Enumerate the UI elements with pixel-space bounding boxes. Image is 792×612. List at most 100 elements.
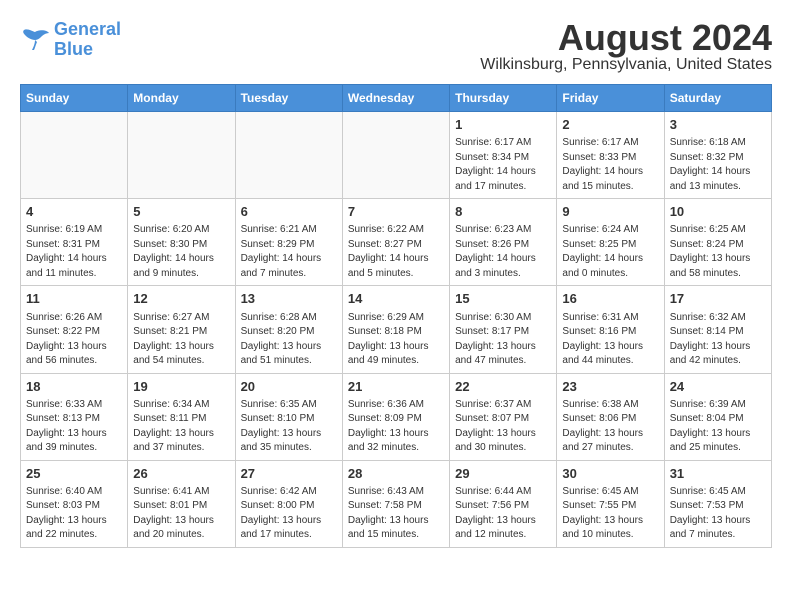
day-number: 22 (455, 378, 551, 396)
day-number: 19 (133, 378, 229, 396)
day-number: 25 (26, 465, 122, 483)
day-info: Sunrise: 6:44 AM Sunset: 7:56 PM Dayligh… (455, 485, 551, 543)
day-info: Sunrise: 6:27 AM Sunset: 8:21 PM Dayligh… (133, 311, 229, 369)
day-info: Sunrise: 6:26 AM Sunset: 8:22 PM Dayligh… (26, 311, 122, 369)
calendar-week-row: 18 Sunrise: 6:33 AM Sunset: 8:13 PM Dayli… (21, 373, 772, 460)
calendar-cell (128, 112, 235, 199)
logo: General Blue (20, 20, 121, 60)
day-number: 21 (348, 378, 444, 396)
page-title: August 2024 (480, 20, 772, 56)
day-number: 20 (241, 378, 337, 396)
day-info: Sunrise: 6:24 AM Sunset: 8:25 PM Dayligh… (562, 223, 658, 281)
calendar-cell: 4 Sunrise: 6:19 AM Sunset: 8:31 PM Daylig… (21, 199, 128, 286)
day-of-week-header: Monday (128, 85, 235, 112)
day-info: Sunrise: 6:18 AM Sunset: 8:32 PM Dayligh… (670, 136, 766, 194)
day-number: 14 (348, 290, 444, 308)
day-info: Sunrise: 6:34 AM Sunset: 8:11 PM Dayligh… (133, 398, 229, 456)
calendar-cell (235, 112, 342, 199)
day-info: Sunrise: 6:36 AM Sunset: 8:09 PM Dayligh… (348, 398, 444, 456)
day-info: Sunrise: 6:45 AM Sunset: 7:53 PM Dayligh… (670, 485, 766, 543)
calendar-header: SundayMondayTuesdayWednesdayThursdayFrid… (21, 85, 772, 112)
calendar-cell: 13Sunrise: 6:28 AM Sunset: 8:20 PM Dayli… (235, 286, 342, 373)
day-info: Sunrise: 6:45 AM Sunset: 7:55 PM Dayligh… (562, 485, 658, 543)
day-info: Sunrise: 6:28 AM Sunset: 8:20 PM Dayligh… (241, 311, 337, 369)
logo-text: General Blue (54, 20, 121, 60)
day-number: 7 (348, 203, 444, 221)
day-number: 30 (562, 465, 658, 483)
title-block: August 2024 Wilkinsburg, Pennsylvania, U… (480, 20, 772, 74)
calendar-cell: 2 Sunrise: 6:17 AM Sunset: 8:33 PM Daylig… (557, 112, 664, 199)
day-number: 12 (133, 290, 229, 308)
page-header: General Blue August 2024 Wilkinsburg, Pe… (20, 20, 772, 74)
calendar-week-row: 1Sunrise: 6:17 AM Sunset: 8:34 PM Daylig… (21, 112, 772, 199)
day-info: Sunrise: 6:23 AM Sunset: 8:26 PM Dayligh… (455, 223, 551, 281)
day-of-week-header: Wednesday (342, 85, 449, 112)
day-info: Sunrise: 6:35 AM Sunset: 8:10 PM Dayligh… (241, 398, 337, 456)
day-number: 28 (348, 465, 444, 483)
day-number: 17 (670, 290, 766, 308)
calendar-cell (21, 112, 128, 199)
calendar-cell: 14 Sunrise: 6:29 AM Sunset: 8:18 PM Dayli… (342, 286, 449, 373)
day-of-week-header: Sunday (21, 85, 128, 112)
day-info: Sunrise: 6:17 AM Sunset: 8:34 PM Dayligh… (455, 136, 551, 194)
calendar-cell: 27Sunrise: 6:42 AM Sunset: 8:00 PM Dayli… (235, 460, 342, 547)
calendar-cell: 28 Sunrise: 6:43 AM Sunset: 7:58 PM Dayli… (342, 460, 449, 547)
day-info: Sunrise: 6:19 AM Sunset: 8:31 PM Dayligh… (26, 223, 122, 281)
day-info: Sunrise: 6:41 AM Sunset: 8:01 PM Dayligh… (133, 485, 229, 543)
calendar-cell: 9Sunrise: 6:24 AM Sunset: 8:25 PM Daylig… (557, 199, 664, 286)
day-number: 26 (133, 465, 229, 483)
calendar-cell: 10Sunrise: 6:25 AM Sunset: 8:24 PM Dayli… (664, 199, 771, 286)
calendar-cell: 24Sunrise: 6:39 AM Sunset: 8:04 PM Dayli… (664, 373, 771, 460)
calendar-cell: 12 Sunrise: 6:27 AM Sunset: 8:21 PM Dayli… (128, 286, 235, 373)
calendar-cell: 19 Sunrise: 6:34 AM Sunset: 8:11 PM Dayli… (128, 373, 235, 460)
day-info: Sunrise: 6:33 AM Sunset: 8:13 PM Dayligh… (26, 398, 122, 456)
calendar-cell: 6 Sunrise: 6:21 AM Sunset: 8:29 PM Daylig… (235, 199, 342, 286)
day-info: Sunrise: 6:22 AM Sunset: 8:27 PM Dayligh… (348, 223, 444, 281)
calendar-cell: 8Sunrise: 6:23 AM Sunset: 8:26 PM Daylig… (450, 199, 557, 286)
day-number: 4 (26, 203, 122, 221)
day-number: 10 (670, 203, 766, 221)
day-info: Sunrise: 6:29 AM Sunset: 8:18 PM Dayligh… (348, 311, 444, 369)
calendar-cell: 21 Sunrise: 6:36 AM Sunset: 8:09 PM Dayli… (342, 373, 449, 460)
calendar-cell: 26 Sunrise: 6:41 AM Sunset: 8:01 PM Dayli… (128, 460, 235, 547)
day-info: Sunrise: 6:39 AM Sunset: 8:04 PM Dayligh… (670, 398, 766, 456)
day-info: Sunrise: 6:43 AM Sunset: 7:58 PM Dayligh… (348, 485, 444, 543)
day-number: 31 (670, 465, 766, 483)
day-of-week-header: Saturday (664, 85, 771, 112)
calendar-cell: 5Sunrise: 6:20 AM Sunset: 8:30 PM Daylig… (128, 199, 235, 286)
calendar-table: SundayMondayTuesdayWednesdayThursdayFrid… (20, 84, 772, 548)
calendar-body: 1Sunrise: 6:17 AM Sunset: 8:34 PM Daylig… (21, 112, 772, 548)
day-info: Sunrise: 6:40 AM Sunset: 8:03 PM Dayligh… (26, 485, 122, 543)
day-info: Sunrise: 6:31 AM Sunset: 8:16 PM Dayligh… (562, 311, 658, 369)
day-number: 2 (562, 116, 658, 134)
calendar-cell: 1Sunrise: 6:17 AM Sunset: 8:34 PM Daylig… (450, 112, 557, 199)
day-number: 15 (455, 290, 551, 308)
calendar-cell (342, 112, 449, 199)
page-subtitle: Wilkinsburg, Pennsylvania, United States (480, 56, 772, 74)
day-info: Sunrise: 6:38 AM Sunset: 8:06 PM Dayligh… (562, 398, 658, 456)
calendar-cell: 7 Sunrise: 6:22 AM Sunset: 8:27 PM Daylig… (342, 199, 449, 286)
logo-icon (20, 28, 50, 52)
day-number: 16 (562, 290, 658, 308)
calendar-cell: 22Sunrise: 6:37 AM Sunset: 8:07 PM Dayli… (450, 373, 557, 460)
day-number: 6 (241, 203, 337, 221)
day-info: Sunrise: 6:42 AM Sunset: 8:00 PM Dayligh… (241, 485, 337, 543)
day-number: 18 (26, 378, 122, 396)
calendar-cell: 31 Sunrise: 6:45 AM Sunset: 7:53 PM Dayli… (664, 460, 771, 547)
day-of-week-header: Thursday (450, 85, 557, 112)
day-number: 29 (455, 465, 551, 483)
day-info: Sunrise: 6:21 AM Sunset: 8:29 PM Dayligh… (241, 223, 337, 281)
calendar-cell: 30 Sunrise: 6:45 AM Sunset: 7:55 PM Dayli… (557, 460, 664, 547)
calendar-week-row: 25 Sunrise: 6:40 AM Sunset: 8:03 PM Dayli… (21, 460, 772, 547)
day-number: 23 (562, 378, 658, 396)
calendar-cell: 11Sunrise: 6:26 AM Sunset: 8:22 PM Dayli… (21, 286, 128, 373)
calendar-cell: 25 Sunrise: 6:40 AM Sunset: 8:03 PM Dayli… (21, 460, 128, 547)
calendar-cell: 29 Sunrise: 6:44 AM Sunset: 7:56 PM Dayli… (450, 460, 557, 547)
day-info: Sunrise: 6:17 AM Sunset: 8:33 PM Dayligh… (562, 136, 658, 194)
calendar-cell: 18 Sunrise: 6:33 AM Sunset: 8:13 PM Dayli… (21, 373, 128, 460)
day-of-week-header: Tuesday (235, 85, 342, 112)
day-info: Sunrise: 6:20 AM Sunset: 8:30 PM Dayligh… (133, 223, 229, 281)
calendar-cell: 16 Sunrise: 6:31 AM Sunset: 8:16 PM Dayli… (557, 286, 664, 373)
calendar-cell: 17Sunrise: 6:32 AM Sunset: 8:14 PM Dayli… (664, 286, 771, 373)
day-of-week-header: Friday (557, 85, 664, 112)
